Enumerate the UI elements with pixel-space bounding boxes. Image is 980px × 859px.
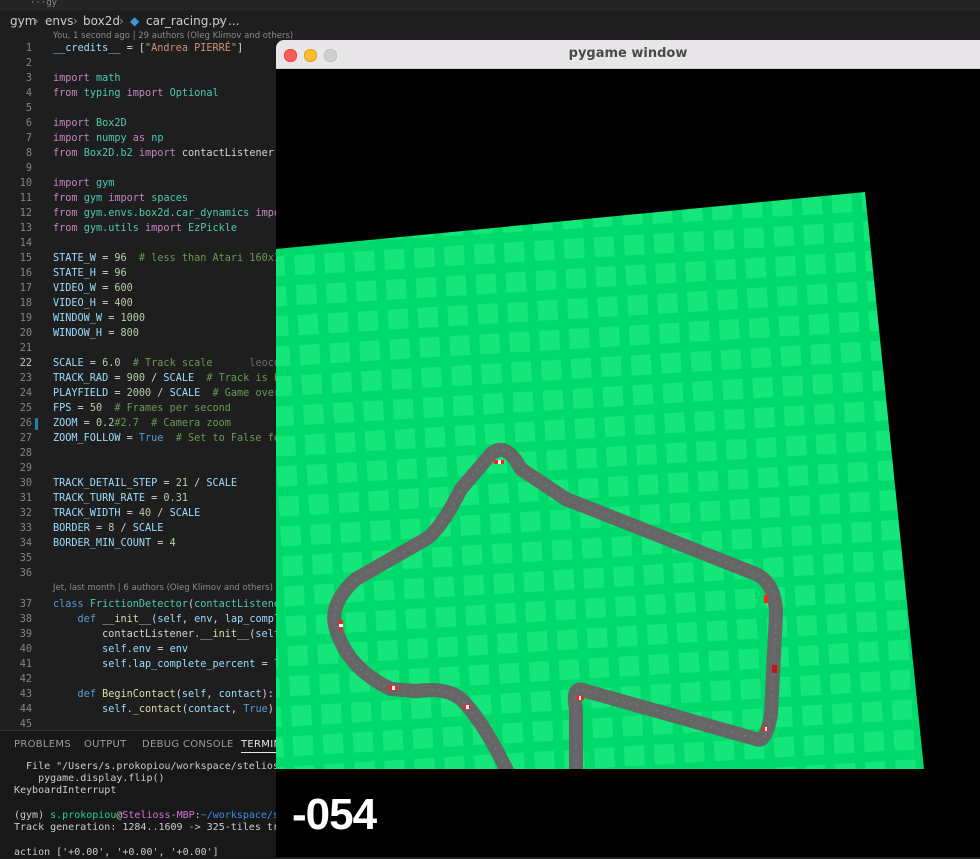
editor-tab-stub[interactable]: ···gy <box>30 0 90 10</box>
breadcrumb-envs[interactable]: envs <box>45 10 73 32</box>
breadcrumb-symbol[interactable]: ... <box>228 10 239 32</box>
terminal-output[interactable]: File "/Users/s.prokopiou/workspace/steli… <box>14 761 280 858</box>
breadcrumb-file[interactable]: car_racing.py <box>146 10 227 32</box>
score-display: -054 <box>292 790 377 839</box>
tab-problems[interactable]: PROBLEMS <box>14 739 71 750</box>
git-blame-annotation[interactable]: You, 1 second ago | 29 authors (Oleg Kli… <box>53 31 293 41</box>
terminal-prompt-line: (gym) s.prokopiou@Stelioss-MBP:~/workspa… <box>14 810 279 821</box>
breadcrumb-separator-icon: › <box>218 14 223 28</box>
git-modified-marker <box>35 418 38 430</box>
git-blame-annotation-class[interactable]: Jet, last month | 6 authors (Oleg Klimov… <box>53 583 273 593</box>
bottom-panel: PROBLEMS OUTPUT DEBUG CONSOLE TERMINAL F… <box>0 730 295 858</box>
game-canvas[interactable] <box>276 69 980 769</box>
window-title: pygame window <box>568 46 688 61</box>
breadcrumb-box2d[interactable]: box2d <box>83 10 120 32</box>
hud-bar <box>276 769 980 857</box>
breadcrumb: gym › envs › box2d › ◆ car_racing.py › .… <box>0 10 980 32</box>
tab-debug-console[interactable]: DEBUG CONSOLE <box>142 739 233 750</box>
breadcrumb-gym[interactable]: gym <box>10 10 36 32</box>
breadcrumb-separator-icon: › <box>73 14 78 28</box>
window-titlebar[interactable]: pygame window <box>276 40 980 69</box>
top-tab-strip: ···gy <box>0 0 980 10</box>
terminal-line: KeyboardInterrupt <box>14 785 117 796</box>
pygame-window[interactable]: pygame window -054 <box>276 40 980 857</box>
race-track-view <box>276 192 924 769</box>
breadcrumb-separator-icon: › <box>34 14 39 28</box>
python-file-icon: ◆ <box>130 14 140 28</box>
terminal-line: pygame.display.flip() <box>14 773 165 784</box>
terminal-line: Track generation: 1284..1609 -> 325-tile… <box>14 822 279 833</box>
panel-tabs: PROBLEMS OUTPUT DEBUG CONSOLE TERMINAL <box>0 737 295 755</box>
tab-output[interactable]: OUTPUT <box>84 739 127 750</box>
terminal-line: action ['+0.00', '+0.00', '+0.00'] <box>14 847 219 858</box>
breadcrumb-separator-icon: › <box>119 14 124 28</box>
terminal-line: File "/Users/s.prokopiou/workspace/steli… <box>14 761 279 772</box>
